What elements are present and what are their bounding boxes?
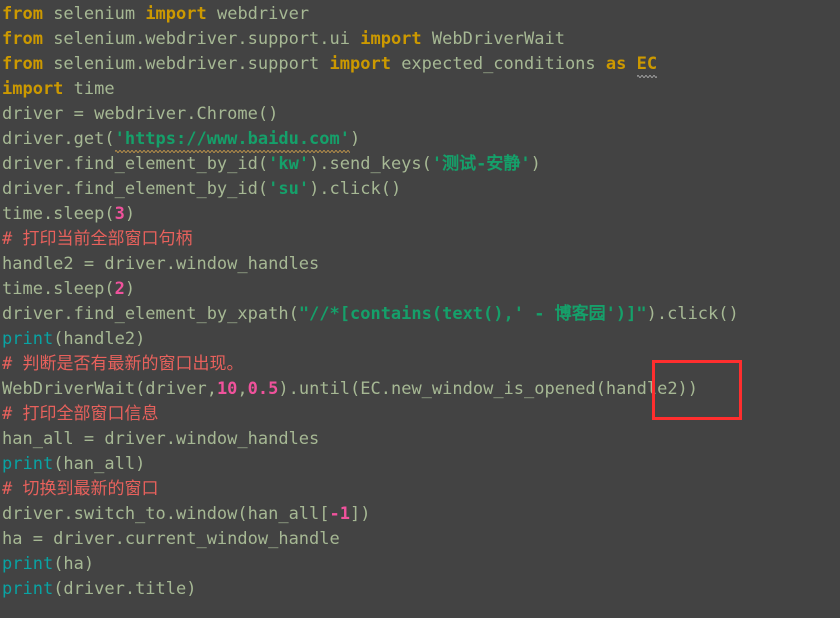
string-baidu-url: 'https://www.baidu.com': [114, 127, 351, 153]
print-args: (ha): [53, 554, 95, 574]
string-search-term: '测试-安静': [431, 154, 531, 174]
comma: ,: [237, 379, 248, 399]
keyword-import: import: [329, 54, 391, 74]
symbol-webdriverwait: WebDriverWait: [421, 29, 565, 49]
call-switch-to-window: driver.switch_to.window(han_all[: [2, 504, 330, 524]
bracket-paren-close: ]): [350, 504, 371, 524]
symbol-ec-with-warning-underline: EC: [636, 52, 658, 78]
string-su: 'su': [268, 179, 310, 199]
builtin-print: print: [2, 579, 54, 599]
paren-close: ): [124, 204, 136, 224]
number-literal: 3: [114, 204, 125, 224]
call-time-sleep: time.sleep(: [2, 204, 115, 224]
code-line-6[interactable]: driver.get('https://www.baidu.com'): [0, 127, 840, 153]
code-line-24[interactable]: print(driver.title): [0, 577, 840, 602]
print-args: (han_all): [53, 454, 146, 474]
statement-handle2-assign: handle2 = driver.window_handles: [2, 254, 320, 274]
module-name: selenium: [42, 4, 146, 24]
builtin-print: print: [2, 454, 54, 474]
statement-ha-assign: ha = driver.current_window_handle: [2, 529, 340, 549]
symbol-webdriver: webdriver: [206, 4, 310, 24]
code-line-14[interactable]: print(handle2): [0, 327, 840, 352]
number-index: -1: [329, 504, 350, 524]
call-driver-get: driver.get(: [2, 129, 115, 149]
code-line-10[interactable]: # 打印当前全部窗口句柄: [0, 227, 840, 252]
code-line-12[interactable]: time.sleep(2): [0, 277, 840, 302]
comment-check-new-window: # 判断是否有最新的窗口出现。: [2, 354, 244, 374]
code-line-13[interactable]: driver.find_element_by_xpath("//*[contai…: [0, 302, 840, 327]
code-line-15[interactable]: # 判断是否有最新的窗口出现。: [0, 352, 840, 377]
call-time-sleep: time.sleep(: [2, 279, 115, 299]
keyword-as: as: [605, 54, 627, 74]
call-send-keys: ).send_keys(: [309, 154, 432, 174]
code-line-2[interactable]: from selenium.webdriver.support.ui impor…: [0, 27, 840, 52]
builtin-print: print: [2, 329, 54, 349]
code-line-5[interactable]: driver = webdriver.Chrome(): [0, 102, 840, 127]
keyword-import: import: [2, 79, 64, 99]
code-line-23[interactable]: print(ha): [0, 552, 840, 577]
string-xpath-expression: "//*[contains(text(),' - 博客园')]": [298, 304, 647, 324]
code-line-9[interactable]: time.sleep(3): [0, 202, 840, 227]
call-click: ).click(): [646, 304, 739, 324]
module-name: selenium.webdriver.support: [42, 54, 330, 74]
statement-han-all-assign: han_all = driver.window_handles: [2, 429, 320, 449]
keyword-import: import: [360, 29, 422, 49]
call-find-element-by-xpath: driver.find_element_by_xpath(: [2, 304, 299, 324]
keyword-from: from: [2, 4, 43, 24]
call-find-element-by-id: driver.find_element_by_id(: [2, 179, 269, 199]
paren-close: ): [350, 129, 361, 149]
symbol-time: time: [63, 79, 115, 99]
builtin-print: print: [2, 554, 54, 574]
call-webdriverwait: WebDriverWait(driver,: [2, 379, 217, 399]
paren-close: ): [530, 154, 541, 174]
code-line-1[interactable]: from selenium import webdriver: [0, 2, 840, 27]
comment-print-window-info: # 打印全部窗口信息: [2, 404, 159, 424]
keyword-from: from: [2, 29, 43, 49]
code-line-17[interactable]: # 打印全部窗口信息: [0, 402, 840, 427]
statement-driver-init: driver = webdriver.Chrome(): [2, 104, 279, 124]
number-timeout: 10: [216, 379, 238, 399]
code-line-7[interactable]: driver.find_element_by_id('kw').send_key…: [0, 152, 840, 177]
number-poll-interval: 0.5: [247, 379, 279, 399]
code-line-11[interactable]: handle2 = driver.window_handles: [0, 252, 840, 277]
call-click: ).click(): [309, 179, 402, 199]
call-find-element-by-id: driver.find_element_by_id(: [2, 154, 269, 174]
paren-close: ): [124, 279, 136, 299]
code-line-4[interactable]: import time: [0, 77, 840, 102]
keyword-from: from: [2, 54, 43, 74]
code-line-3[interactable]: from selenium.webdriver.support import e…: [0, 52, 840, 78]
code-line-22[interactable]: ha = driver.current_window_handle: [0, 527, 840, 552]
code-line-21[interactable]: driver.switch_to.window(han_all[-1]): [0, 502, 840, 527]
code-editor-canvas[interactable]: from selenium import webdriver from sele…: [0, 0, 840, 618]
code-line-8[interactable]: driver.find_element_by_id('su').click(): [0, 177, 840, 202]
string-kw: 'kw': [268, 154, 310, 174]
code-line-18[interactable]: han_all = driver.window_handles: [0, 427, 840, 452]
comment-switch-to-new-window: # 切换到最新的窗口: [2, 479, 159, 499]
module-name: selenium.webdriver.support.ui: [42, 29, 361, 49]
code-line-19[interactable]: print(han_all): [0, 452, 840, 477]
keyword-import: import: [145, 4, 207, 24]
symbol-expected-conditions: expected_conditions: [390, 54, 606, 74]
call-until-new-window-is-opened: ).until(EC.new_window_is_opened(handle2)…: [278, 379, 699, 399]
comment-print-all-handles: # 打印当前全部窗口句柄: [2, 229, 193, 249]
print-args: (driver.title): [53, 579, 197, 599]
code-line-16[interactable]: WebDriverWait(driver,10,0.5).until(EC.ne…: [0, 377, 840, 402]
print-args: (handle2): [53, 329, 146, 349]
number-literal: 2: [114, 279, 125, 299]
code-line-20[interactable]: # 切换到最新的窗口: [0, 477, 840, 502]
